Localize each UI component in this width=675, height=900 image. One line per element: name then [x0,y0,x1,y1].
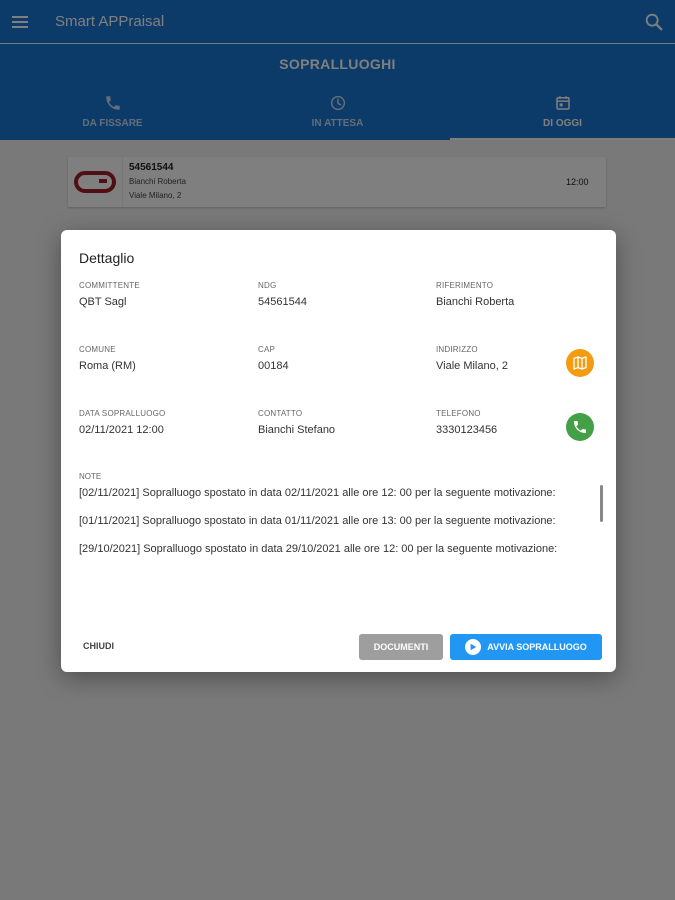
documents-button-label: DOCUMENTI [373,642,429,652]
field-value: Bianchi Stefano [258,424,336,436]
documents-button[interactable]: DOCUMENTI [359,634,443,660]
field-label: NDG [258,281,277,290]
notes-scrollbar[interactable] [600,485,603,522]
field-label: COMUNE [79,345,116,354]
field-riferimento: RIFERIMENTO Bianchi Roberta [436,281,514,308]
dialog-title: Dettaglio [79,250,135,266]
field-ndg: NDG 54561544 [258,281,307,308]
field-comune: COMUNE Roma (RM) [79,345,136,372]
close-button[interactable]: CHIUDI [77,637,120,655]
detail-dialog: Dettaglio COMMITTENTE QBT Sagl NDG 54561… [61,230,616,672]
phone-icon [574,421,586,433]
map-icon [573,356,587,370]
start-inspection-label: AVVIA SOPRALLUOGO [487,642,587,652]
notes-label: NOTE [79,472,102,481]
field-contatto: CONTATTO Bianchi Stefano [258,409,335,436]
field-label: INDIRIZZO [436,345,478,354]
field-telefono: TELEFONO 3330123456 [436,409,497,436]
field-value: Bianchi Roberta [436,296,515,308]
field-data-sopralluogo: DATA SOPRALLUOGO 02/11/2021 12:00 [79,409,165,436]
field-label: COMMITTENTE [79,281,140,290]
field-cap: CAP 00184 [258,345,289,372]
field-indirizzo: INDIRIZZO Viale Milano, 2 [436,345,508,372]
field-committente: COMMITTENTE QBT Sagl [79,281,140,308]
play-icon [465,639,482,655]
field-value: Viale Milano, 2 [436,360,508,372]
note-item: [29/10/2021] Sopralluogo spostato in dat… [79,543,558,555]
field-value: QBT Sagl [79,296,127,308]
field-value: 02/11/2021 12:00 [79,424,164,436]
notes-list[interactable]: [02/11/2021] Sopralluogo spostato in dat… [79,486,595,601]
field-value: 3330123456 [436,424,498,436]
field-label: RIFERIMENTO [436,281,494,290]
start-inspection-button[interactable]: AVVIA SOPRALLUOGO [450,634,602,660]
field-label: CONTATTO [258,409,303,418]
field-value: 54561544 [258,296,307,308]
field-label: DATA SOPRALLUOGO [79,409,166,418]
field-value: Roma (RM) [79,360,136,372]
field-label: TELEFONO [436,409,481,418]
note-item: [02/11/2021] Sopralluogo spostato in dat… [79,487,556,499]
field-label: CAP [258,345,276,354]
note-item: [01/11/2021] Sopralluogo spostato in dat… [79,515,556,527]
notes-section: NOTE [79,472,599,481]
open-map-button[interactable] [566,349,594,377]
field-value: 00184 [258,360,289,372]
call-button[interactable] [566,413,594,441]
